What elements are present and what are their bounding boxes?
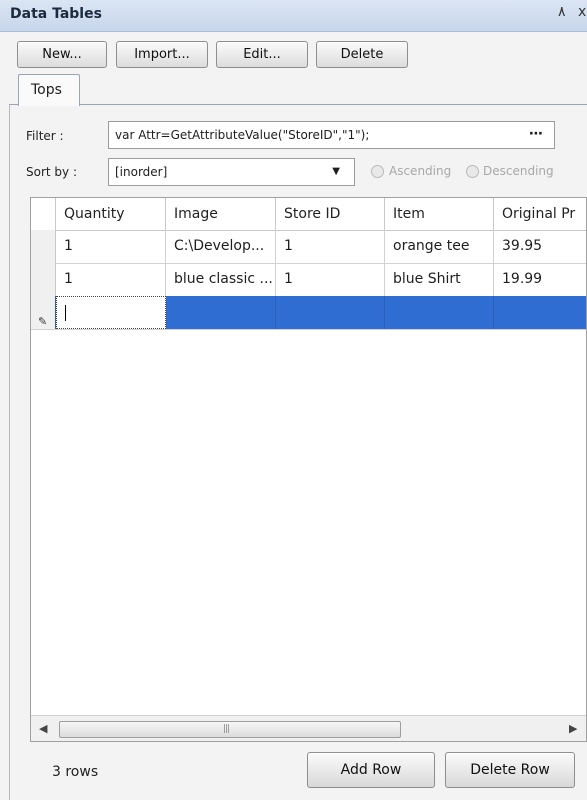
cell-image[interactable] [166,296,276,329]
tab-label: Tops [31,82,62,98]
sort-value: [inorder] [115,165,168,179]
row-header[interactable] [31,230,56,263]
cell-item[interactable] [385,296,494,329]
new-button[interactable]: New... [17,41,107,68]
table-row[interactable]: 1 C:\Develop... 1 orange tee 39.95 [31,230,586,264]
tab-tops[interactable]: Tops [18,74,80,106]
scroll-left-icon[interactable]: ◀ [39,722,47,735]
row-header[interactable]: ✎ [31,296,56,329]
table-row[interactable]: 1 blue classic ... 1 blue Shirt 19.99 [31,263,586,297]
cell-original-price[interactable]: 19.99 [494,263,586,296]
filter-field[interactable]: var Attr=GetAttributeValue("StoreID","1"… [108,121,555,149]
cell-store-id[interactable] [276,296,385,329]
horizontal-scrollbar[interactable]: ◀ ||| ▶ [31,715,586,741]
new-row[interactable]: ✎ [31,296,586,330]
cell-store-id[interactable]: 1 [276,263,385,296]
column-header-image[interactable]: Image [166,198,276,230]
add-row-button[interactable]: Add Row [307,752,435,788]
import-button[interactable]: Import... [116,41,208,68]
close-icon[interactable]: x [578,4,586,20]
chevron-down-icon: ▼ [332,166,340,177]
descending-radio[interactable] [466,165,479,178]
column-header-original-price[interactable]: Original Pr [494,198,586,230]
cell-original-price[interactable] [494,296,586,329]
corner-header[interactable] [31,198,56,230]
scrollbar-thumb[interactable]: ||| [59,721,401,738]
sort-label: Sort by : [26,165,77,179]
cell-image[interactable]: blue classic ... [166,263,276,296]
column-header-store-id[interactable]: Store ID [276,198,385,230]
title-bar: Data Tables ٨ x [0,0,587,32]
cell-quantity[interactable]: 1 [56,230,166,263]
grid-header: Quantity Image Store ID Item Original Pr [31,198,586,231]
pencil-icon: ✎ [38,315,48,328]
edit-button[interactable]: Edit... [216,41,308,68]
window-title: Data Tables [10,6,102,22]
cell-original-price[interactable]: 39.95 [494,230,586,263]
cell-item[interactable]: orange tee [385,230,494,263]
text-caret [65,305,66,321]
cell-item[interactable]: blue Shirt [385,263,494,296]
pin-icon[interactable]: ٨ [558,4,566,20]
row-count: 3 rows [52,764,99,780]
cell-quantity[interactable]: 1 [56,263,166,296]
data-grid[interactable]: Quantity Image Store ID Item Original Pr… [30,197,587,742]
ascending-radio[interactable] [371,165,384,178]
filter-value: var Attr=GetAttributeValue("StoreID","1"… [115,128,370,142]
column-header-item[interactable]: Item [385,198,494,230]
filter-label: Filter : [26,129,64,143]
ascending-label: Ascending [389,164,452,178]
column-header-quantity[interactable]: Quantity [56,198,166,230]
cell-image[interactable]: C:\Develop... [166,230,276,263]
delete-row-button[interactable]: Delete Row [445,752,575,788]
cell-editor[interactable] [56,296,166,329]
delete-button[interactable]: Delete [316,41,408,68]
descending-label: Descending [483,164,554,178]
filter-browse-button[interactable]: ⋯ [529,126,544,142]
sort-select[interactable]: [inorder] ▼ [108,158,355,186]
grip-icon: ||| [223,724,230,734]
cell-store-id[interactable]: 1 [276,230,385,263]
scroll-right-icon[interactable]: ▶ [569,722,577,735]
row-header[interactable] [31,263,56,296]
